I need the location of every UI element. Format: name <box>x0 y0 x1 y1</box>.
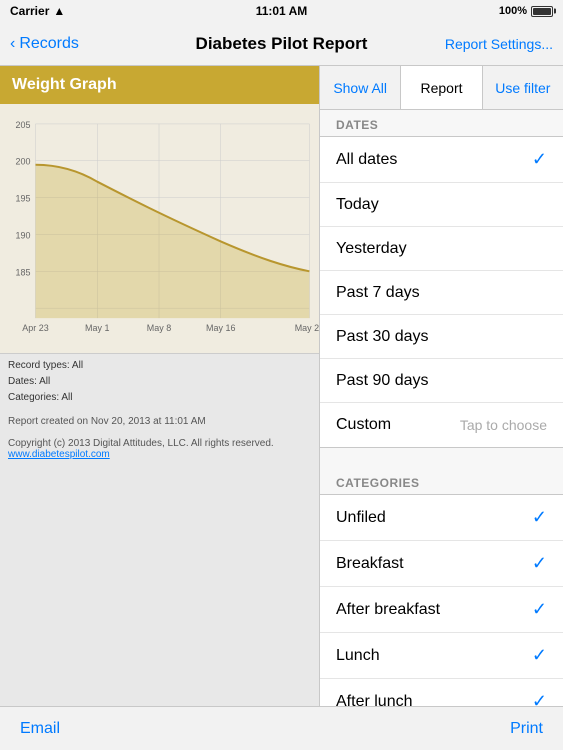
filter-label-breakfast: Breakfast <box>336 555 404 573</box>
checkmark-breakfast: ✓ <box>532 553 547 574</box>
categories-label: Categories: All <box>8 390 311 406</box>
svg-text:200: 200 <box>16 157 31 167</box>
tap-to-choose-label: Tap to choose <box>460 417 547 433</box>
report-info: Report created on Nov 20, 2013 at 11:01 … <box>0 410 319 434</box>
dates-section-header: DATES <box>320 110 563 136</box>
svg-text:205: 205 <box>16 120 31 130</box>
filter-item-after-lunch[interactable]: After lunch ✓ <box>320 679 563 706</box>
nav-bar: ‹ Records Diabetes Pilot Report Report S… <box>0 22 563 66</box>
graph-container: 205 200 195 190 185 Apr 23 May 1 May 8 M… <box>0 104 319 354</box>
copyright-text: Copyright (c) 2013 Digital Attitudes, LL… <box>8 438 274 449</box>
svg-text:May 16: May 16 <box>206 323 235 333</box>
battery-percent: 100% <box>499 5 527 17</box>
main-content: Weight Graph 205 200 195 19 <box>0 66 563 706</box>
filter-list: DATES All dates ✓ Today Yesterday Past 7… <box>320 110 563 706</box>
back-label: Records <box>19 35 79 53</box>
filter-label-past90: Past 90 days <box>336 372 429 390</box>
status-bar: Carrier ▲ 11:01 AM 100% <box>0 0 563 22</box>
copyright-info: Copyright (c) 2013 Digital Attitudes, LL… <box>0 434 319 464</box>
record-types-label: Record types: All <box>8 358 311 374</box>
signal-icon: ▲ <box>53 4 65 18</box>
carrier-label: Carrier <box>10 4 49 18</box>
svg-text:May 8: May 8 <box>147 323 171 333</box>
tab-show-all[interactable]: Show All <box>320 66 401 109</box>
print-button[interactable]: Print <box>510 720 543 738</box>
section-gap <box>320 448 563 468</box>
left-panel: Weight Graph 205 200 195 19 <box>0 66 319 706</box>
dates-filter-group: All dates ✓ Today Yesterday Past 7 days … <box>320 136 563 448</box>
categories-section-header: CATEGORIES <box>320 468 563 494</box>
filter-item-yesterday[interactable]: Yesterday <box>320 227 563 271</box>
filter-label-lunch: Lunch <box>336 647 380 665</box>
filter-label-after-lunch: After lunch <box>336 693 412 707</box>
filter-item-past30[interactable]: Past 30 days <box>320 315 563 359</box>
bottom-bar: Email Print <box>0 706 563 750</box>
tab-use-filter[interactable]: Use filter <box>483 66 563 109</box>
filter-label-all-dates: All dates <box>336 151 397 169</box>
status-right: 100% <box>499 5 553 17</box>
svg-text:May 1: May 1 <box>85 323 109 333</box>
weight-graph-title: Weight Graph <box>0 66 319 104</box>
checkmark-lunch: ✓ <box>532 645 547 666</box>
filter-item-past90[interactable]: Past 90 days <box>320 359 563 403</box>
filter-item-all-dates[interactable]: All dates ✓ <box>320 137 563 183</box>
filter-label-past7: Past 7 days <box>336 284 420 302</box>
battery-icon <box>531 6 553 17</box>
filter-item-unfiled[interactable]: Unfiled ✓ <box>320 495 563 541</box>
status-time: 11:01 AM <box>256 4 308 18</box>
nav-title: Diabetes Pilot Report <box>196 34 368 54</box>
filter-label-custom: Custom <box>336 416 391 434</box>
copyright-link[interactable]: www.diabetespilot.com <box>8 449 110 460</box>
filter-label-today: Today <box>336 196 379 214</box>
dates-label: Dates: All <box>8 374 311 390</box>
filter-label-unfiled: Unfiled <box>336 509 386 527</box>
weight-graph-svg: 205 200 195 190 185 Apr 23 May 1 May 8 M… <box>0 104 319 353</box>
filter-label-yesterday: Yesterday <box>336 240 407 258</box>
back-chevron-icon: ‹ <box>10 35 15 53</box>
graph-labels: Record types: All Dates: All Categories:… <box>0 354 319 410</box>
checkmark-all-dates: ✓ <box>532 149 547 170</box>
filter-label-after-breakfast: After breakfast <box>336 601 440 619</box>
filter-item-lunch[interactable]: Lunch ✓ <box>320 633 563 679</box>
tab-report[interactable]: Report <box>401 66 482 109</box>
checkmark-unfiled: ✓ <box>532 507 547 528</box>
filter-item-after-breakfast[interactable]: After breakfast ✓ <box>320 587 563 633</box>
svg-text:May 24: May 24 <box>295 323 319 333</box>
right-panel: Show All Report Use filter DATES All dat… <box>319 66 563 706</box>
email-button[interactable]: Email <box>20 720 60 738</box>
checkmark-after-breakfast: ✓ <box>532 599 547 620</box>
categories-filter-group: Unfiled ✓ Breakfast ✓ After breakfast ✓ … <box>320 494 563 706</box>
svg-text:190: 190 <box>16 230 31 240</box>
tab-bar: Show All Report Use filter <box>320 66 563 110</box>
svg-text:Apr 23: Apr 23 <box>22 323 48 333</box>
filter-item-custom[interactable]: Custom Tap to choose <box>320 403 563 447</box>
report-settings-button[interactable]: Report Settings... <box>445 36 553 52</box>
checkmark-after-lunch: ✓ <box>532 691 547 706</box>
filter-item-breakfast[interactable]: Breakfast ✓ <box>320 541 563 587</box>
filter-label-past30: Past 30 days <box>336 328 429 346</box>
filter-item-today[interactable]: Today <box>320 183 563 227</box>
back-button[interactable]: ‹ Records <box>10 35 79 53</box>
status-left: Carrier ▲ <box>10 4 65 18</box>
svg-text:195: 195 <box>16 194 31 204</box>
svg-text:185: 185 <box>16 267 31 277</box>
filter-item-past7[interactable]: Past 7 days <box>320 271 563 315</box>
